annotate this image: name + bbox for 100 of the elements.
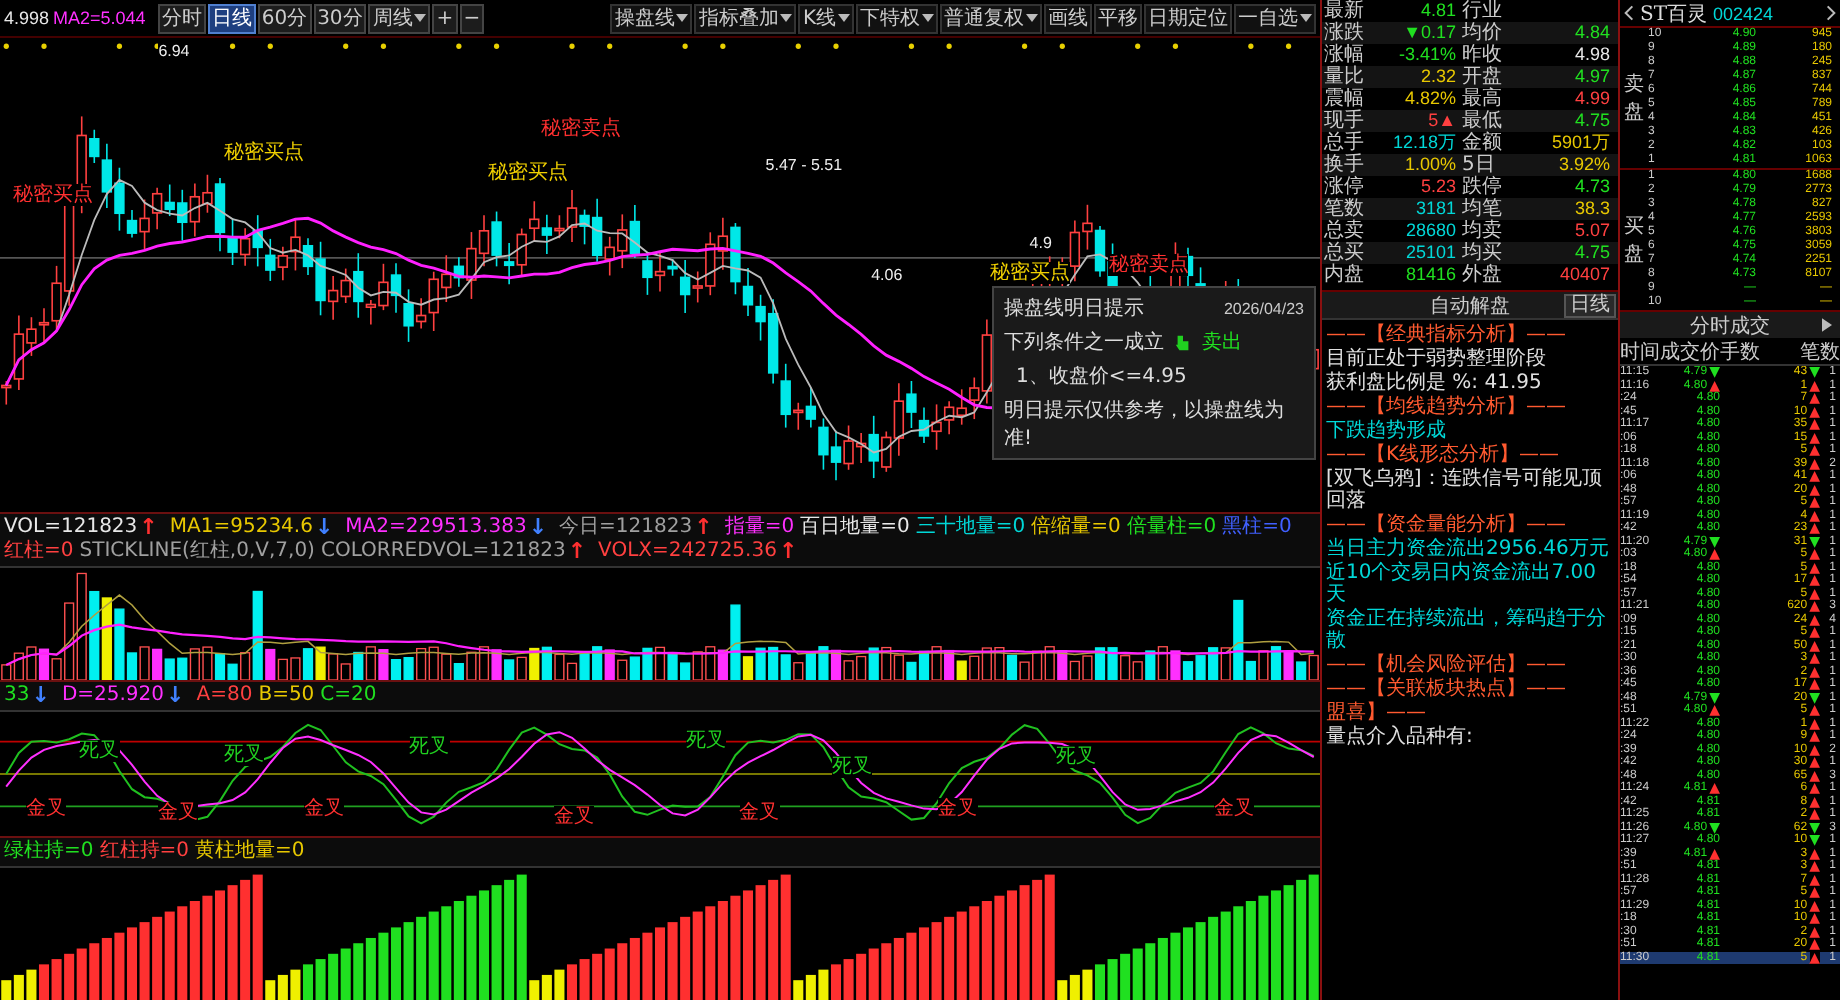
period-button[interactable]: 日线 bbox=[1564, 293, 1616, 317]
quote-value: ▼0.17 bbox=[1401, 22, 1458, 44]
quote-label: 均价 bbox=[1462, 22, 1504, 44]
tooltip-note: 明日提示仅供参考，以操盘线为准! bbox=[1004, 397, 1286, 452]
trend-arrow: ↓ bbox=[314, 516, 334, 540]
quote-label: 总手 bbox=[1324, 132, 1366, 154]
cross-label: 金叉 bbox=[158, 801, 199, 824]
quote-label: 均笔 bbox=[1462, 198, 1504, 220]
quote-value: 4.99 bbox=[1572, 88, 1612, 110]
cross-label: 金叉 bbox=[937, 798, 978, 821]
hand-icon bbox=[1174, 333, 1192, 351]
toolbar-button[interactable]: 日期定位 bbox=[1144, 3, 1232, 33]
period-tab[interactable]: 30分 bbox=[313, 3, 367, 33]
price-mark: 4.9 bbox=[1029, 234, 1052, 252]
indicator-value: MA1=95234.6 bbox=[169, 516, 313, 539]
chevron-left-icon[interactable] bbox=[1624, 4, 1634, 22]
signal-label: 秘密买点 bbox=[488, 162, 569, 184]
sell-signal: 卖出 bbox=[1202, 329, 1242, 356]
zoom-button[interactable]: − bbox=[459, 3, 485, 33]
indicator-value: 三十地量=0 bbox=[915, 516, 1026, 540]
quote-value: 4.75 bbox=[1572, 110, 1612, 132]
quote-label: 总买 bbox=[1324, 242, 1366, 264]
price-mark: 6.94 bbox=[158, 42, 190, 60]
toolbar-button[interactable]: 下特权 bbox=[856, 3, 938, 33]
indicator-value: 黄柱地量=0 bbox=[195, 840, 305, 864]
quote-label: 5日 bbox=[1462, 154, 1497, 176]
play-icon[interactable] bbox=[1822, 318, 1832, 332]
cross-label: 死叉 bbox=[79, 739, 120, 762]
toolbar-button[interactable]: 画线 bbox=[1044, 3, 1092, 33]
section-heading: ——【均线趋势分析】—— bbox=[1326, 396, 1568, 418]
side-label: 卖盘 bbox=[1622, 71, 1646, 126]
section-heading: ——【关联板块热点】—— bbox=[1326, 678, 1568, 700]
toolbar-button[interactable]: 一自选 bbox=[1234, 3, 1316, 33]
period-tab[interactable]: 60分 bbox=[257, 3, 312, 33]
section-heading: ——【经典指标分析】—— bbox=[1326, 324, 1568, 346]
indicator-value: 红柱=0 bbox=[4, 540, 74, 564]
signal-label: 秘密买点 bbox=[13, 184, 94, 206]
quote-label: 现手 bbox=[1324, 110, 1366, 132]
quote-value: 2.32 bbox=[1418, 66, 1458, 88]
quote-value: 5.07 bbox=[1572, 220, 1612, 242]
quote-label: 涨跌 bbox=[1324, 22, 1366, 44]
quote-value: 4.75 bbox=[1572, 242, 1612, 264]
indicator-value: C=20 bbox=[320, 684, 377, 708]
quote-value: 25101 bbox=[1403, 242, 1458, 264]
zoom-button[interactable]: + bbox=[432, 3, 458, 33]
quote-value: 4.98 bbox=[1572, 44, 1612, 66]
quote-label: 最低 bbox=[1462, 110, 1504, 132]
cross-label: 死叉 bbox=[409, 736, 450, 759]
indicator-value: 绿柱持=0 bbox=[4, 840, 94, 864]
indicator-value: 指量=0 bbox=[724, 516, 795, 540]
signal-label: 秘密买点 bbox=[990, 262, 1070, 284]
quote-value: 1.00% bbox=[1402, 154, 1458, 176]
section-heading: ——【资金量能分析】—— bbox=[1326, 514, 1568, 536]
price-readout: 4.998 bbox=[4, 8, 50, 28]
stock-code: 002424 bbox=[1713, 3, 1776, 23]
indicator-value: COLORREDVOL=121823 bbox=[320, 540, 566, 564]
section-heading: ——【机会风险评估】—— bbox=[1326, 654, 1568, 676]
indicator-value: D=25.920 bbox=[61, 684, 165, 708]
toolbar-button[interactable]: 平移 bbox=[1094, 3, 1142, 33]
quote-value: 4.97 bbox=[1572, 66, 1612, 88]
quote-label: 昨收 bbox=[1462, 44, 1504, 66]
quote-value: -3.41% bbox=[1396, 44, 1458, 66]
quote-label: 行业 bbox=[1462, 0, 1504, 22]
period-tab[interactable]: 周线 bbox=[368, 3, 431, 33]
trend-arrow: ↓ bbox=[31, 684, 50, 708]
tooltip-rule: 1、收盘价<=4.95 bbox=[1014, 364, 1189, 390]
quote-value: 81416 bbox=[1403, 264, 1458, 286]
period-tab[interactable]: 分时 bbox=[157, 3, 206, 33]
indicator-value: 百日地量=0 bbox=[800, 516, 910, 540]
indicator-value: 红柱持=0 bbox=[99, 840, 189, 864]
toolbar-button[interactable]: 普通复权 bbox=[940, 3, 1042, 33]
column-header: 成交价 bbox=[1660, 339, 1720, 366]
trend-arrow: ↓ bbox=[166, 684, 185, 708]
period-tab[interactable]: 日线 bbox=[207, 3, 256, 33]
quote-label: 震幅 bbox=[1324, 88, 1366, 110]
trend-arrow: ↑ bbox=[139, 516, 158, 540]
quote-value: 4.73 bbox=[1572, 176, 1612, 198]
analysis-text: 获利盘比例是 %: 41.95 bbox=[1326, 372, 1544, 394]
quote-label: 跌停 bbox=[1462, 176, 1504, 198]
toolbar-button[interactable]: 指标叠加 bbox=[694, 3, 797, 33]
section-heading: 盟喜】—— bbox=[1326, 702, 1428, 724]
quote-label: 最高 bbox=[1462, 88, 1504, 110]
quote-label: 金额 bbox=[1462, 132, 1504, 154]
price-mark: 4.06 bbox=[871, 266, 903, 284]
indicator-value: 今日=121823 bbox=[559, 516, 693, 540]
cross-label: 金叉 bbox=[303, 798, 344, 821]
column-header: 手数 bbox=[1720, 339, 1762, 366]
cross-label: 金叉 bbox=[554, 805, 595, 827]
analysis-text: [双飞乌鸦]：连跌信号可能见顶回落 bbox=[1326, 468, 1604, 512]
analysis-text: 目前正处于弱势整理阶段 bbox=[1326, 348, 1548, 370]
quote-label: 换手 bbox=[1324, 154, 1366, 176]
quote-value: 38.3 bbox=[1572, 198, 1612, 220]
indicator-value: B=50 bbox=[258, 684, 315, 708]
column-header: 时间 bbox=[1620, 339, 1660, 366]
stock-name: ST百灵 bbox=[1640, 1, 1708, 27]
chevron-right-icon[interactable] bbox=[1826, 4, 1836, 22]
toolbar-button[interactable]: 操盘线 bbox=[610, 3, 693, 33]
cross-label: 死叉 bbox=[224, 743, 265, 765]
toolbar-button[interactable]: K线 bbox=[798, 3, 854, 33]
cross-label: 金叉 bbox=[26, 798, 67, 821]
